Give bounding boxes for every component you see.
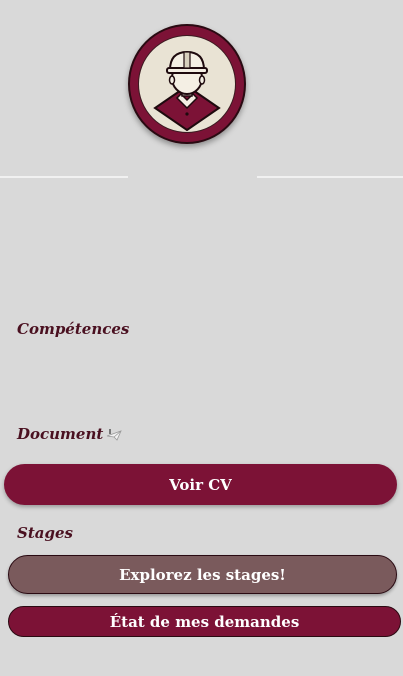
plane-icon <box>107 429 123 441</box>
stages-label: Stages <box>17 524 73 542</box>
explore-stages-label: Explorez les stages! <box>119 565 286 584</box>
divider-right <box>257 176 403 178</box>
avatar-frame <box>138 35 236 133</box>
competences-label: Compétences <box>17 320 130 338</box>
document-section-title: Document <box>17 425 123 443</box>
divider-left <box>0 176 128 178</box>
view-cv-button[interactable]: Voir CV <box>4 464 397 505</box>
view-cv-label: Voir CV <box>169 475 232 494</box>
competences-section-title: Compétences <box>17 320 129 338</box>
stages-section-title: Stages <box>17 524 73 542</box>
construction-worker-icon <box>153 50 221 132</box>
explore-stages-button[interactable]: Explorez les stages! <box>8 555 397 594</box>
profile-page: Compétences Document Voir CV Stages Expl… <box>0 0 403 676</box>
request-status-label: État de mes demandes <box>109 612 300 631</box>
avatar[interactable] <box>128 24 246 144</box>
request-status-button[interactable]: État de mes demandes <box>8 606 401 637</box>
document-label: Document <box>17 425 104 443</box>
